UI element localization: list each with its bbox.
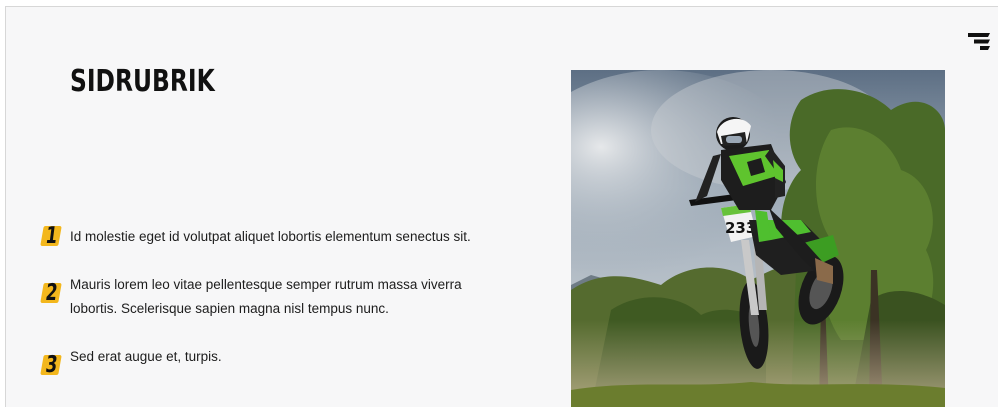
hamburger-menu-icon[interactable] xyxy=(966,32,992,50)
number-badge: 1 xyxy=(40,222,64,250)
list-item-text: Sed erat augue et, turpis. xyxy=(70,349,222,364)
content-panel: SIDRUBRIK 1 Id molestie eget id volutpat… xyxy=(5,6,998,407)
motocross-photo: 233 xyxy=(571,70,945,407)
number-badge: 3 xyxy=(40,351,64,379)
list-item-text: Mauris lorem leo vitae pellentesque semp… xyxy=(70,277,462,316)
page-title: SIDRUBRIK xyxy=(70,64,215,99)
number-badge: 2 xyxy=(40,279,64,307)
list-item-text: Id molestie eget id volutpat aliquet lob… xyxy=(70,229,471,244)
